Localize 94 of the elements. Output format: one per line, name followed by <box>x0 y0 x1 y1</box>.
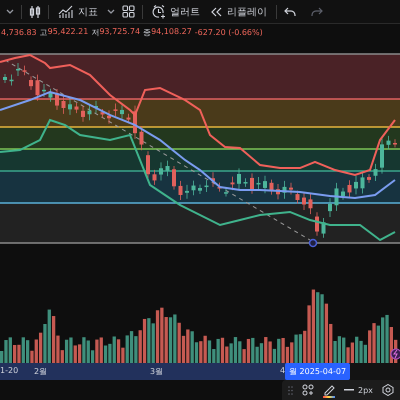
point-marker[interactable] <box>308 238 318 248</box>
line-width-button[interactable]: 2px <box>344 386 373 394</box>
candlestick <box>386 136 390 150</box>
candlestick <box>133 105 137 140</box>
candlestick <box>74 102 78 114</box>
candlestick <box>289 182 293 195</box>
candlestick <box>10 74 14 86</box>
candlestick <box>237 168 241 190</box>
chevron-down-icon[interactable] <box>6 8 14 14</box>
ohlc-value: 95,422.21 <box>48 26 88 38</box>
candlestick <box>230 176 234 191</box>
candlestick <box>178 180 182 200</box>
time-label: 3월 <box>150 366 164 377</box>
ohlc-label: 저 <box>91 26 100 38</box>
candlestick <box>296 190 300 204</box>
candlestick <box>334 182 338 212</box>
candlestick <box>302 192 306 210</box>
candlestick <box>140 126 144 151</box>
candlestick <box>348 180 352 198</box>
candlestick <box>341 187 345 200</box>
candlestick <box>159 162 163 181</box>
pencil-icon[interactable] <box>323 382 335 398</box>
candlestick <box>256 176 260 191</box>
candlestick <box>185 184 189 200</box>
undo-icon[interactable] <box>284 6 296 16</box>
drag-handle-icon[interactable] <box>288 386 293 394</box>
line-icon <box>344 389 354 391</box>
time-label: 1-20 <box>0 366 18 375</box>
redo-icon[interactable] <box>311 6 323 16</box>
candlestick <box>126 113 130 124</box>
candlestick <box>224 188 228 197</box>
candlestick <box>36 74 40 102</box>
candlestick <box>250 172 254 194</box>
candlestick <box>192 180 196 196</box>
candlestick <box>263 175 267 194</box>
candlestick <box>328 198 332 218</box>
indicators-button[interactable]: 지표 <box>56 4 100 18</box>
candlestick <box>88 104 92 121</box>
candlestick <box>354 176 358 195</box>
candlestick <box>114 103 118 116</box>
alert-button[interactable]: 얼러트 <box>150 4 202 18</box>
candlestick-icon[interactable] <box>29 4 41 18</box>
candlestick <box>146 150 150 179</box>
alarm-clock-icon <box>152 4 166 18</box>
time-label: 2월 <box>34 366 48 377</box>
candlestick <box>380 138 384 174</box>
lightning-icon[interactable] <box>390 348 400 360</box>
candlestick <box>374 163 378 182</box>
time-label: 4 <box>280 366 286 375</box>
add-widget-icon[interactable] <box>302 384 314 396</box>
candlestick <box>276 184 280 200</box>
candlestick <box>198 184 202 194</box>
candlestick <box>68 98 72 116</box>
ohlc-value: 93,725.74 <box>99 26 140 38</box>
rewind-icon <box>211 6 223 16</box>
chevron-down-icon[interactable] <box>107 8 115 14</box>
ohlc-value: 94,108.27 <box>151 26 192 38</box>
candlestick <box>81 106 85 122</box>
candlestick <box>166 160 170 176</box>
candlestick <box>16 62 20 76</box>
candlestick <box>3 74 7 84</box>
ohlc-label: 고 <box>40 26 48 38</box>
ohlc-label: 종 <box>143 26 152 38</box>
candlestick <box>100 108 104 118</box>
candlestick <box>62 94 66 114</box>
candlestick <box>152 169 156 186</box>
candlestick <box>367 174 371 184</box>
candlestick <box>211 172 215 188</box>
candlestick <box>244 178 248 188</box>
candlestick <box>315 212 319 236</box>
candlestick <box>120 104 124 120</box>
candlestick <box>393 138 397 148</box>
open-value: 4,736.83 <box>1 28 37 36</box>
candlestick <box>42 84 46 98</box>
candlestick <box>218 182 222 192</box>
candlestick <box>322 218 326 238</box>
price-change: -627.20 (-0.66%) <box>194 28 263 36</box>
candlestick <box>22 65 26 76</box>
candlestick <box>270 179 274 195</box>
cursor-date-label: 월 2025-04-07 <box>285 363 350 380</box>
grid-icon[interactable] <box>122 5 135 18</box>
indicator-chart-icon <box>58 4 74 18</box>
candlestick <box>29 76 33 90</box>
candlestick <box>94 100 98 114</box>
candlestick <box>308 193 312 215</box>
candlestick <box>48 88 52 102</box>
candlestick <box>360 172 364 194</box>
replay-button[interactable]: 리플레이 <box>209 4 269 18</box>
settings-icon[interactable] <box>382 384 394 396</box>
candlestick <box>204 180 208 192</box>
candlestick <box>282 180 286 200</box>
candlestick <box>107 110 111 124</box>
candlestick <box>172 166 176 190</box>
candlestick <box>55 88 59 110</box>
